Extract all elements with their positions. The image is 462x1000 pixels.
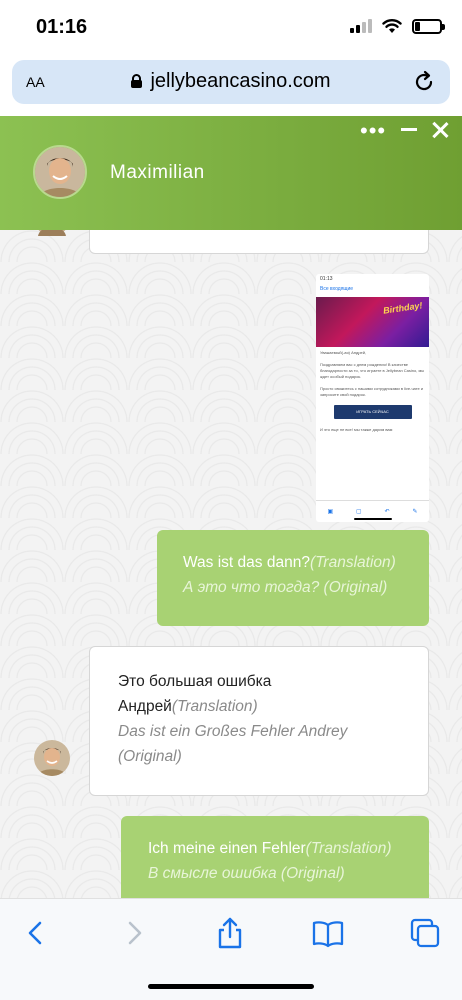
lock-icon <box>131 74 143 88</box>
compose-icon: ✎ <box>412 509 418 515</box>
message-text: Was ist das dann?(Translation) <box>183 550 403 575</box>
url-display[interactable]: jellybeancasino.com <box>12 70 450 93</box>
wifi-icon <box>382 19 402 33</box>
message-translation-line2: Андрей(Translation) <box>118 694 400 719</box>
message-original: В смысле ошибка (Original) <box>148 865 345 882</box>
message-translation-name: Андрей <box>118 698 172 715</box>
message-bubble-partial <box>89 230 429 254</box>
trash-icon: ▣ <box>327 509 334 515</box>
user-message-bubble: Ich meine einen Fehler(Translation) В см… <box>121 816 429 898</box>
screenshot-body-1: Поздравляем вас с днем рождения! В качес… <box>320 362 425 379</box>
screenshot-cta-button: ИГРАТЬ СЕЙЧАС <box>333 405 412 419</box>
bookmarks-icon[interactable] <box>310 915 346 951</box>
agent-name: Maximilian <box>110 162 205 183</box>
forward-icon[interactable] <box>116 915 152 951</box>
reload-icon[interactable] <box>410 68 438 96</box>
chat-messages[interactable]: 01:13 Все входящие Birthday! Уважаемый(-… <box>0 230 462 898</box>
home-indicator <box>148 984 314 989</box>
cellular-signal-icon <box>350 19 372 33</box>
message-original-line2: (Original) <box>118 748 182 765</box>
tabs-icon[interactable] <box>407 915 443 951</box>
message-original-line1: Das ist ein Großes Fehler Andrey <box>118 723 348 740</box>
screenshot-back-label: Все входящие <box>320 286 354 292</box>
chat-header: Maximilian ••• <box>0 116 462 230</box>
agent-avatar <box>34 230 70 236</box>
battery-icon <box>412 18 445 34</box>
folder-icon: ▢ <box>356 509 362 515</box>
screenshot-home-indicator <box>354 518 392 520</box>
screenshot-banner: Birthday! <box>316 297 429 347</box>
screenshot-greeting: Уважаемый(-ая) Андрей, <box>320 350 367 355</box>
address-bar[interactable]: AA jellybeancasino.com <box>12 60 450 104</box>
status-time: 01:16 <box>36 16 88 38</box>
message-translation: Ich meine einen Fehler <box>148 840 306 857</box>
agent-avatar <box>33 145 87 199</box>
url-text: jellybeancasino.com <box>150 70 331 92</box>
screenshot-body-2: Просто свяжитесь с нашими сотрудниками в… <box>320 386 424 397</box>
message-original: А это что тогда? (Original) <box>183 579 388 596</box>
agent-avatar <box>34 740 70 776</box>
screenshot-banner-title: Birthday! <box>382 300 424 316</box>
screenshot-status-time: 01:13 <box>320 276 333 282</box>
status-icons <box>350 18 445 34</box>
status-bar: 01:16 <box>0 0 462 56</box>
share-icon[interactable] <box>212 915 248 951</box>
agent-message-bubble: Это большая ошибка Андрей(Translation) D… <box>89 646 429 796</box>
message-translation-line1: Это большая ошибка <box>118 673 272 690</box>
translation-tag: (Translation) <box>305 840 392 857</box>
user-message-bubble: Was ist das dann?(Translation) А это что… <box>157 530 429 626</box>
back-icon[interactable] <box>18 915 54 951</box>
attachment-screenshot[interactable]: 01:13 Все входящие Birthday! Уважаемый(-… <box>316 274 429 522</box>
screenshot-footer-line: И это еще не все! мы также дарим вам <box>320 427 393 432</box>
message-translation: Was ist das dann? <box>183 554 310 571</box>
more-options-icon[interactable]: ••• <box>360 120 386 142</box>
reply-icon: ↶ <box>384 509 390 515</box>
translation-tag: (Translation) <box>309 554 396 571</box>
close-icon[interactable] <box>430 120 450 140</box>
minimize-icon[interactable] <box>401 128 417 131</box>
translation-tag: (Translation) <box>171 698 258 715</box>
message-text: Ich meine einen Fehler(Translation) <box>148 836 402 861</box>
